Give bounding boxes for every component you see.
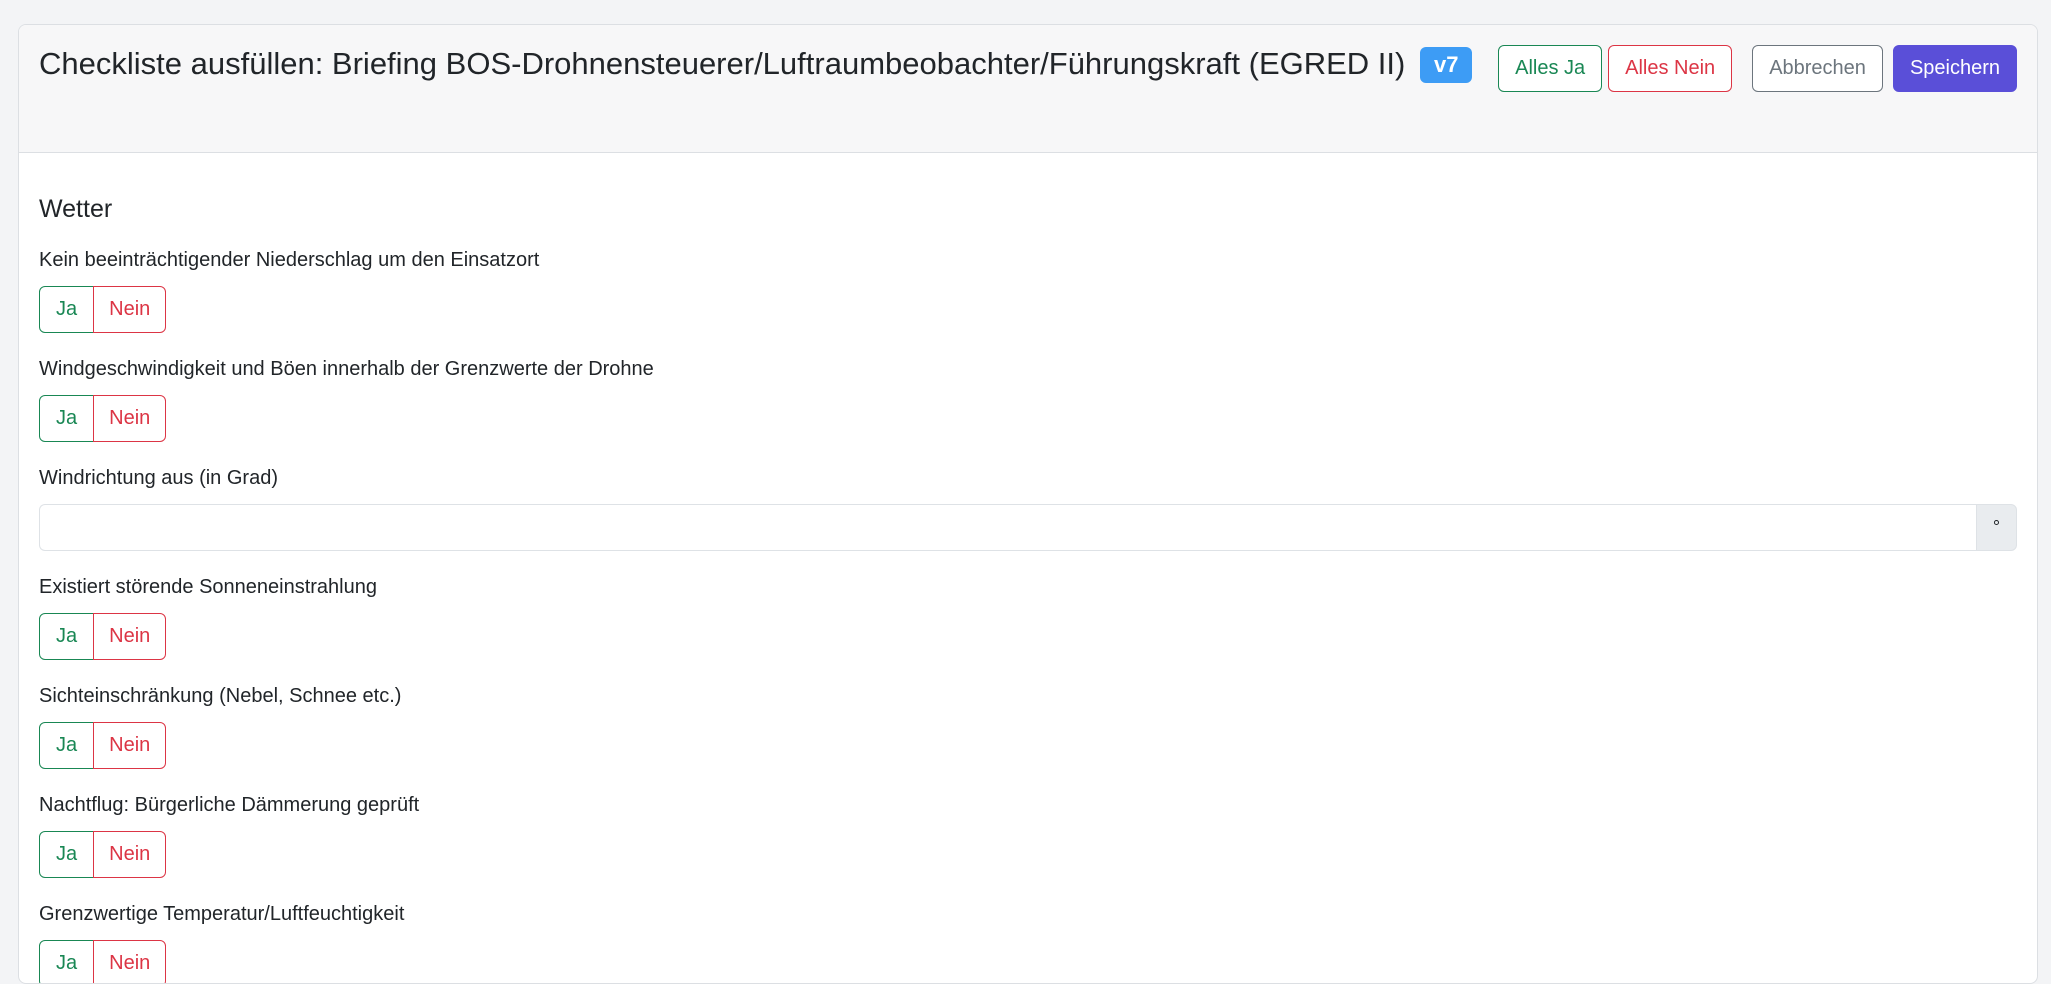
wind-direction-input-group: ° <box>39 504 2017 551</box>
degree-unit-addon: ° <box>1976 504 2017 551</box>
card-body: Wetter Kein beeinträchtigender Niedersch… <box>19 153 2037 983</box>
checklist-item: Sichteinschränkung (Nebel, Schnee etc.) … <box>39 684 2017 769</box>
no-button[interactable]: Nein <box>93 831 167 878</box>
yes-button[interactable]: Ja <box>39 395 95 442</box>
no-button[interactable]: Nein <box>93 613 167 660</box>
checklist-item: Kein beeinträchtigender Niederschlag um … <box>39 248 2017 333</box>
yes-no-group: Ja Nein <box>39 940 167 983</box>
page-title-text: Checkliste ausfüllen: Briefing BOS-Drohn… <box>39 46 1406 81</box>
item-label: Windgeschwindigkeit und Böen innerhalb d… <box>39 358 654 380</box>
no-button[interactable]: Nein <box>93 722 167 769</box>
cancel-button[interactable]: Abbrechen <box>1752 45 1883 92</box>
yes-no-group: Ja Nein <box>39 831 167 878</box>
yes-no-group: Ja Nein <box>39 613 167 660</box>
section-title: Wetter <box>39 195 113 223</box>
no-button[interactable]: Nein <box>93 940 167 983</box>
item-label: Windrichtung aus (in Grad) <box>39 467 278 489</box>
all-yes-button[interactable]: Alles Ja <box>1498 45 1603 92</box>
yes-button[interactable]: Ja <box>39 831 95 878</box>
header-actions: Alles Ja Alles Nein Abbrechen Speichern <box>1498 45 2017 92</box>
version-badge: v7 <box>1419 47 1473 83</box>
yes-button[interactable]: Ja <box>39 722 95 769</box>
item-label: Sichteinschränkung (Nebel, Schnee etc.) <box>39 685 402 707</box>
card-header: Checkliste ausfüllen: Briefing BOS-Drohn… <box>19 25 2037 153</box>
wind-direction-input[interactable] <box>39 504 1976 551</box>
all-no-button[interactable]: Alles Nein <box>1608 45 1733 92</box>
item-label: Nachtflug: Bürgerliche Dämmerung geprüft <box>39 794 420 816</box>
save-button[interactable]: Speichern <box>1892 45 2017 92</box>
no-button[interactable]: Nein <box>93 395 167 442</box>
checklist-item: Windgeschwindigkeit und Böen innerhalb d… <box>39 357 2017 442</box>
checklist-item: Grenzwertige Temperatur/Luftfeuchtigkeit… <box>39 902 2017 983</box>
yes-no-group: Ja Nein <box>39 722 167 769</box>
page-title: Checkliste ausfüllen: Briefing BOS-Drohn… <box>39 45 1499 83</box>
item-label: Grenzwertige Temperatur/Luftfeuchtigkeit <box>39 903 405 925</box>
yes-button[interactable]: Ja <box>39 613 95 660</box>
no-button[interactable]: Nein <box>93 286 167 333</box>
yes-no-group: Ja Nein <box>39 286 167 333</box>
checklist-item: Nachtflug: Bürgerliche Dämmerung geprüft… <box>39 793 2017 878</box>
yes-button[interactable]: Ja <box>39 286 95 333</box>
checklist-item: Existiert störende Sonneneinstrahlung Ja… <box>39 575 2017 660</box>
yes-button[interactable]: Ja <box>39 940 95 983</box>
item-label: Existiert störende Sonneneinstrahlung <box>39 576 377 598</box>
checklist-card: Checkliste ausfüllen: Briefing BOS-Drohn… <box>18 24 2038 984</box>
yes-no-group: Ja Nein <box>39 395 167 442</box>
checklist-item: Windrichtung aus (in Grad) ° <box>39 466 2017 551</box>
item-label: Kein beeinträchtigender Niederschlag um … <box>39 249 540 271</box>
